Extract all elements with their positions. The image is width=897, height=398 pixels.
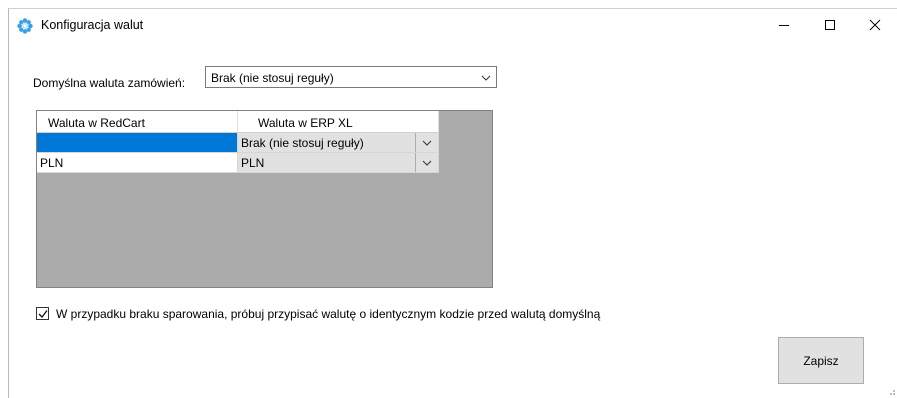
currency-config-window: Konfiguracja walut Domyślna waluta zamów… <box>8 8 897 398</box>
window-title: Konfiguracja walut <box>41 18 144 32</box>
currency-mapping-grid[interactable]: Waluta w RedCart Waluta w ERP XL Brak (n… <box>36 110 493 288</box>
gear-flower-icon <box>17 18 33 34</box>
combo-dropdown-button[interactable] <box>415 153 438 172</box>
redcart-currency-cell[interactable]: PLN <box>37 153 238 173</box>
default-currency-select[interactable]: Brak (nie stosuj reguły) <box>205 66 497 88</box>
chevron-down-icon <box>422 160 432 166</box>
resize-grip-icon[interactable] <box>889 389 895 395</box>
combo-dropdown-button[interactable] <box>415 133 438 152</box>
close-button[interactable] <box>852 9 897 41</box>
chevron-down-icon <box>481 75 491 81</box>
match-identical-code-checkbox[interactable] <box>36 307 49 320</box>
minimize-button[interactable] <box>761 9 807 41</box>
default-currency-value: Brak (nie stosuj reguły) <box>211 71 334 85</box>
chevron-down-icon <box>422 140 432 146</box>
checkmark-icon <box>38 310 48 318</box>
match-identical-code-label[interactable]: W przypadku braku sparowania, próbuj prz… <box>56 307 600 321</box>
column-header-redcart[interactable]: Waluta w RedCart <box>37 111 238 133</box>
default-currency-label: Domyślna waluta zamówień: <box>33 76 186 90</box>
minimize-icon <box>779 25 789 26</box>
maximize-button[interactable] <box>807 9 853 41</box>
erp-currency-combo[interactable]: Brak (nie stosuj reguły) <box>238 133 439 153</box>
erp-currency-combo[interactable]: PLN <box>238 153 439 173</box>
title-bar[interactable]: Konfiguracja walut <box>9 9 897 43</box>
column-header-erp[interactable]: Waluta w ERP XL <box>238 111 439 133</box>
save-button[interactable]: Zapisz <box>778 337 864 384</box>
redcart-currency-cell[interactable] <box>37 133 238 153</box>
maximize-icon <box>825 20 835 30</box>
close-icon <box>869 19 881 31</box>
